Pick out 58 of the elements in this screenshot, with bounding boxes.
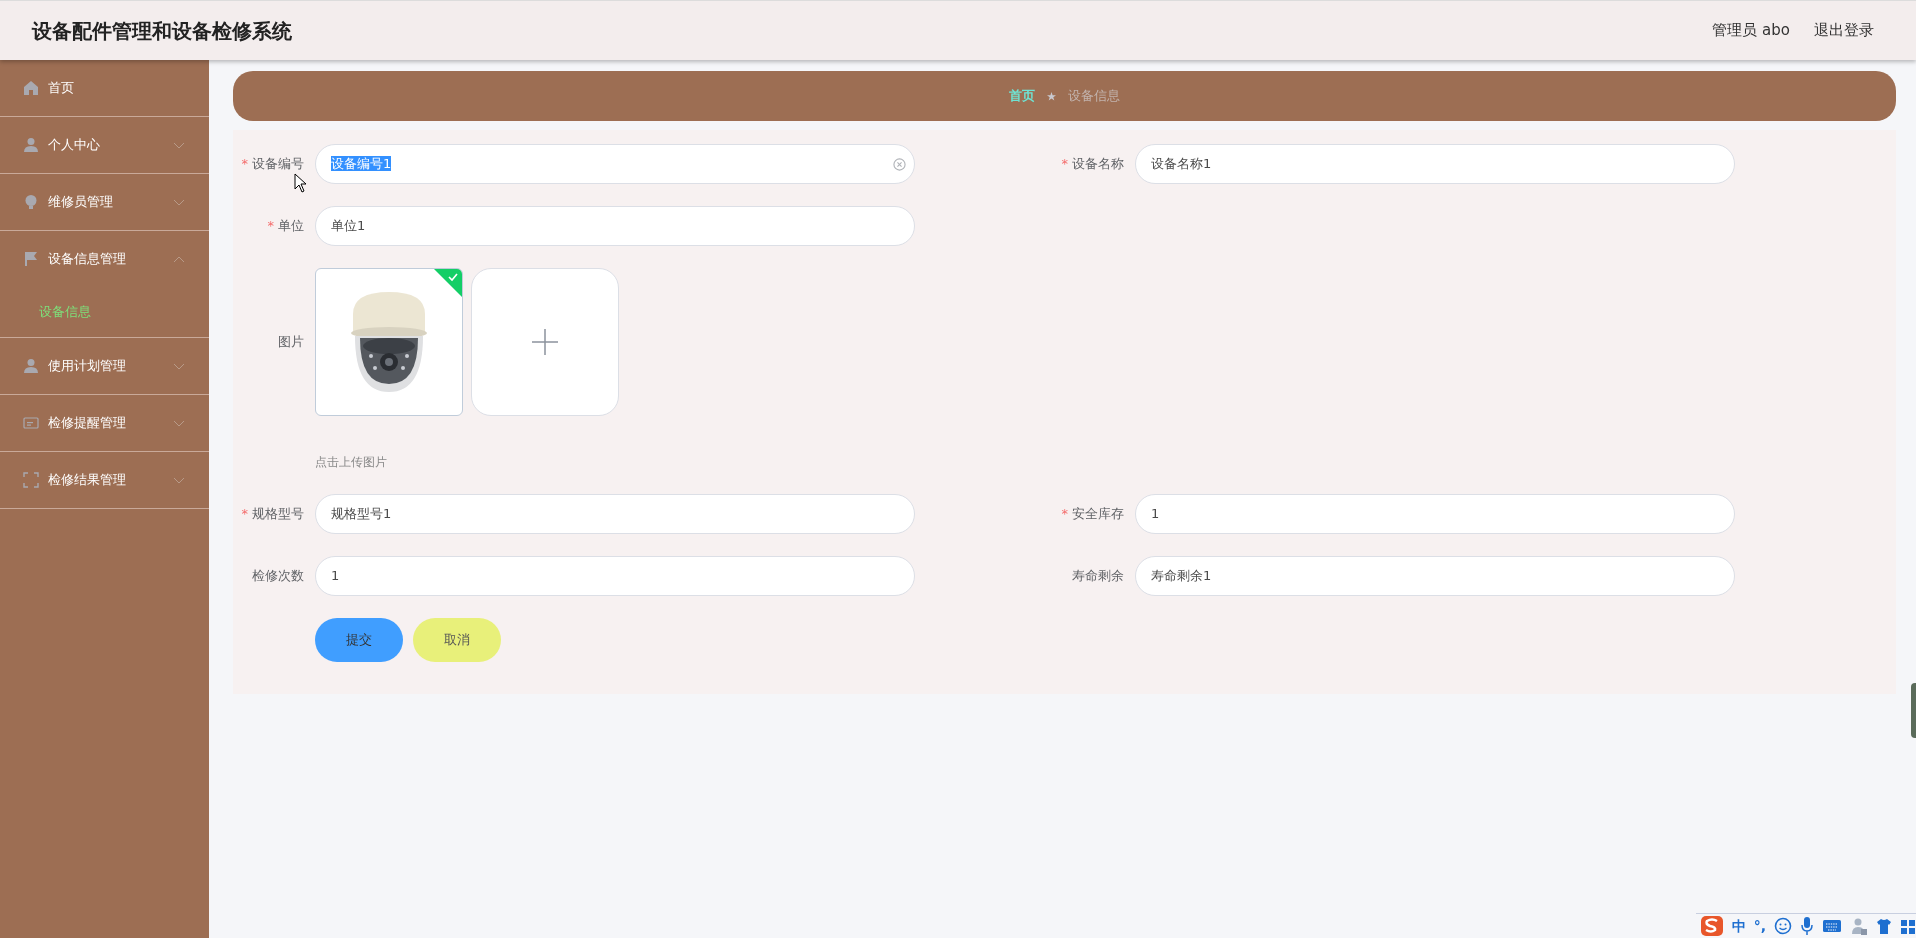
person-icon	[23, 137, 39, 153]
chevron-icon	[173, 476, 185, 484]
menu-item[interactable]: 检修提醒管理	[0, 395, 209, 451]
upload-hint: 点击上传图片	[315, 454, 388, 471]
field-label: 图片	[278, 334, 304, 350]
upload-button[interactable]	[471, 268, 619, 416]
field-label: 规格型号	[252, 506, 304, 522]
logout-link[interactable]: 退出登录	[1814, 19, 1874, 42]
menu-item[interactable]: 首页	[0, 60, 209, 116]
chevron-icon	[173, 255, 185, 263]
input-field[interactable]: 单位1	[315, 206, 915, 246]
field-label: 设备名称	[1072, 156, 1124, 172]
field-label: 安全库存	[1072, 506, 1124, 522]
app-title: 设备配件管理和设备检修系统	[32, 17, 292, 45]
chevron-icon	[173, 419, 185, 427]
required-mark: *	[267, 218, 274, 234]
input-field[interactable]: 1	[315, 556, 915, 596]
input-field[interactable]: 设备编号1	[315, 144, 915, 184]
person-icon	[23, 358, 39, 374]
home-icon	[23, 80, 39, 96]
menu-item[interactable]: 使用计划管理	[0, 338, 209, 394]
menu-item[interactable]: 设备信息管理	[0, 231, 209, 287]
required-mark: *	[241, 506, 248, 522]
card-icon	[23, 415, 39, 431]
cursor-icon	[294, 173, 308, 193]
ime-label[interactable]: 中	[1731, 919, 1746, 933]
required-mark: *	[1061, 506, 1068, 522]
form-button[interactable]: 提交	[315, 618, 403, 662]
breadcrumb-item[interactable]: 首页	[1009, 86, 1035, 106]
field-label: 设备编号	[252, 156, 304, 172]
chevron-icon	[173, 362, 185, 370]
clear-icon	[893, 157, 906, 171]
frame-icon	[23, 472, 39, 488]
flag-icon	[23, 251, 39, 267]
required-mark: *	[1061, 156, 1068, 172]
required-mark: *	[241, 156, 248, 172]
menu-item[interactable]: 维修员管理	[0, 174, 209, 230]
field-label: 检修次数	[252, 568, 304, 584]
chevron-icon	[173, 198, 185, 206]
menu-item[interactable]: 检修结果管理	[0, 452, 209, 508]
ime-label[interactable]: °,	[1753, 919, 1766, 933]
user-name: 管理员 abo	[1712, 20, 1790, 42]
microphone-icon	[1800, 915, 1814, 937]
field-label: 寿命剩余	[1072, 568, 1124, 584]
menu-item[interactable]: 个人中心	[0, 117, 209, 173]
input-field[interactable]: 设备名称1	[1135, 144, 1735, 184]
input-field[interactable]: 1	[1135, 494, 1735, 534]
input-field[interactable]: 规格型号1	[315, 494, 915, 534]
breadcrumb-item: 设备信息	[1068, 87, 1120, 106]
field-label: 单位	[278, 218, 304, 234]
input-field[interactable]: 寿命剩余1	[1135, 556, 1735, 596]
form-button[interactable]: 取消	[413, 618, 501, 662]
scrollbar	[1911, 683, 1916, 738]
star-icon	[1047, 91, 1056, 101]
chevron-icon	[173, 141, 185, 149]
bulb-icon	[23, 194, 39, 210]
smiley-icon	[1774, 915, 1792, 937]
plus-icon	[532, 329, 558, 355]
